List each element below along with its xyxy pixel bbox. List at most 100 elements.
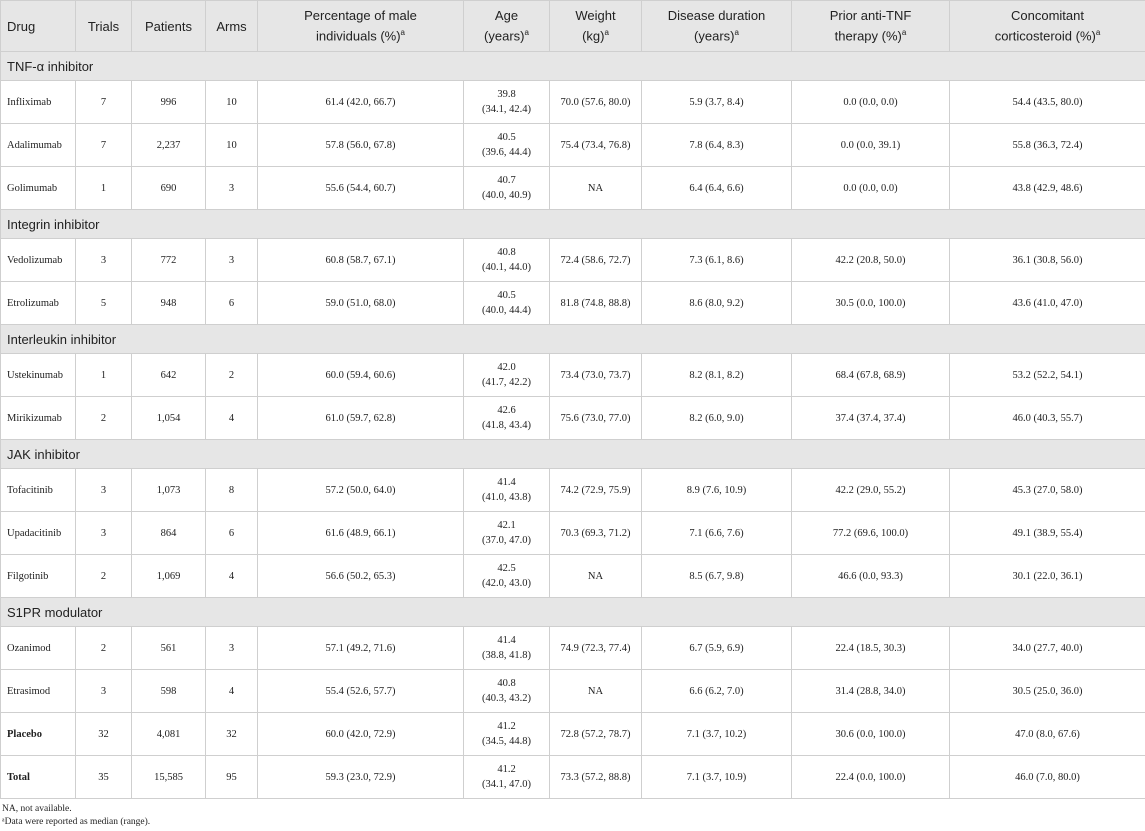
table-cell: 8.2 (8.1, 8.2): [641, 353, 792, 397]
table-cell: 31.4 (28.8, 34.0): [791, 669, 950, 713]
table-cell: 0.0 (0.0, 0.0): [791, 166, 950, 210]
table-cell: 3: [75, 669, 132, 713]
table-row: Ustekinumab 1 642 2 60.0 (59.4, 60.6) 42.0 (41…: [0, 353, 1145, 397]
table-cell: 1,073: [131, 468, 206, 512]
table-cell: 7.1 (3.7, 10.2): [641, 712, 792, 756]
table-cell: 46.0 (40.3, 55.7): [949, 396, 1145, 440]
table-cell: 60.8 (58.7, 67.1): [257, 238, 464, 282]
table-cell: 2,237: [131, 123, 206, 167]
table-cell: 30.5 (0.0, 100.0): [791, 281, 950, 325]
table-cell: 4: [205, 554, 258, 598]
footnote-marker: a: [901, 28, 907, 38]
table-row: Adalimumab 7 2,237 10 57.8 (56.0, 67.8) 40.5(…: [0, 123, 1145, 167]
table-cell: 46.6 (0.0, 93.3): [791, 554, 950, 598]
table-cell: 57.1 (49.2, 71.6): [257, 626, 464, 670]
table-cell: 36.1 (30.8, 56.0): [949, 238, 1145, 282]
table-cell: 43.6 (41.0, 47.0): [949, 281, 1145, 325]
table-cell: 68.4 (67.8, 68.9): [791, 353, 950, 397]
table-cell: 59.3 (23.0, 72.9): [257, 755, 464, 799]
table-cell: 57.2 (50.0, 64.0): [257, 468, 464, 512]
table-row: Total 35 15,585 95 59.3 (23.0, 72.9) 41.2 (34.…: [0, 755, 1145, 799]
drug-class-label: TNF-α inhibitor: [0, 51, 1145, 81]
table-cell: 7.1 (3.7, 10.9): [641, 755, 792, 799]
table-cell: 1: [75, 353, 132, 397]
table-cell: 73.3 (57.2, 88.8): [549, 755, 642, 799]
column-header: Age (years)a: [463, 0, 550, 52]
footnote-marker: a: [524, 28, 529, 38]
table-header-row: Drug Trials Patients Arms Percentage of male…: [0, 0, 1145, 52]
table-cell: 7.1 (6.6, 7.6): [641, 511, 792, 555]
table-cell: 40.8 (40.1, 44.0): [463, 238, 550, 282]
drug-name-cell: Etrasimod: [0, 669, 76, 713]
table-cell: 30.6 (0.0, 100.0): [791, 712, 950, 756]
table-cell: 1,069: [131, 554, 206, 598]
table-cell: 8: [205, 468, 258, 512]
table-row: Infliximab 7 996 10 61.4 (42.0, 66.7) 39.8 (34…: [0, 80, 1145, 124]
table-cell: 22.4 (18.5, 30.3): [791, 626, 950, 670]
table-cell: 6: [205, 281, 258, 325]
table-cell: 40.5 (40.0, 44.4): [463, 281, 550, 325]
footnote-marker: a: [734, 28, 739, 38]
table-cell: 74.9 (72.3, 77.4): [549, 626, 642, 670]
drug-name-cell: Upadacitinib: [0, 511, 76, 555]
table-cell: 53.2 (52.2, 54.1): [949, 353, 1145, 397]
table-row: Ozanimod 2 561 3 57.1 (49.2, 71.6) 41.4 (38.8,…: [0, 626, 1145, 670]
drug-class-row: Integrin inhibitor: [0, 209, 1145, 239]
table-cell: 3: [75, 238, 132, 282]
table-cell: 15,585: [131, 755, 206, 799]
table-cell: 70.3 (69.3, 71.2): [549, 511, 642, 555]
table-cell: 3: [205, 166, 258, 210]
table-cell: 0.0 (0.0, 39.1): [791, 123, 950, 167]
table-cell: 772: [131, 238, 206, 282]
table-cell: 75.6 (73.0, 77.0): [549, 396, 642, 440]
footnote-na: NA, not available.: [2, 804, 72, 814]
table-cell: 72.4 (58.6, 72.7): [549, 238, 642, 282]
column-header: Prior anti-TNF therapy (%)a: [791, 0, 950, 52]
table-cell: 43.8 (42.9, 48.6): [949, 166, 1145, 210]
column-header: Concomitant corticosteroid (%)a: [949, 0, 1145, 52]
footnote-median: ᵃData were reported as median (range).: [2, 817, 151, 827]
table-cell: 60.0 (59.4, 60.6): [257, 353, 464, 397]
table-cell: 37.4 (37.4, 37.4): [791, 396, 950, 440]
table-row: Etrasimod 3 598 4 55.4 (52.6, 57.7) 40.8 (40.3…: [0, 669, 1145, 713]
table-cell: 948: [131, 281, 206, 325]
table-cell: 4,081: [131, 712, 206, 756]
drug-class-row: JAK inhibitor: [0, 439, 1145, 469]
table-cell: 41.4 (38.8, 41.8): [463, 626, 550, 670]
table-row: Tofacitinib 3 1,073 8 57.2 (50.0, 64.0) 41.4(…: [0, 468, 1145, 512]
baseline-characteristics-table: Drug Trials Patients Arms Percentage of male…: [0, 0, 1145, 799]
table-cell: 77.2 (69.6, 100.0): [791, 511, 950, 555]
table-cell: 6.6 (6.2, 7.0): [641, 669, 792, 713]
table-cell: 4: [205, 669, 258, 713]
table-cell: 7: [75, 123, 132, 167]
table-row: Mirikizumab 2 1,054 4 61.0 (59.7, 62.8) 42.6(…: [0, 396, 1145, 440]
table-cell: 2: [205, 353, 258, 397]
table-row: Golimumab 1 690 3 55.6 (54.4, 60.7) 40.7 (40.0…: [0, 166, 1145, 210]
drug-name-cell: Adalimumab: [0, 123, 76, 167]
table-cell: 2: [75, 554, 132, 598]
column-header: Trials: [75, 0, 132, 52]
table-cell: 60.0 (42.0, 72.9): [257, 712, 464, 756]
table-cell: NA: [549, 166, 642, 210]
drug-class-label: JAK inhibitor: [0, 439, 1145, 469]
table-cell: 40.8 (40.3, 43.2): [463, 669, 550, 713]
drug-name-cell: Tofacitinib: [0, 468, 76, 512]
footnotes: NA, not available. ᵃData were reported a…: [0, 803, 1145, 829]
table-cell: 10: [205, 123, 258, 167]
table-cell: NA: [549, 669, 642, 713]
drug-name-cell: Placebo: [0, 712, 76, 756]
table-cell: 54.4 (43.5, 80.0): [949, 80, 1145, 124]
table-cell: 45.3 (27.0, 58.0): [949, 468, 1145, 512]
table-cell: 30.5 (25.0, 36.0): [949, 669, 1145, 713]
table-cell: 5: [75, 281, 132, 325]
table-cell: 61.0 (59.7, 62.8): [257, 396, 464, 440]
footnote-marker: a: [400, 28, 405, 38]
table-cell: 32: [205, 712, 258, 756]
table-row: Etrolizumab 5 948 6 59.0 (51.0, 68.0) 40.5 (40…: [0, 281, 1145, 325]
table-cell: 561: [131, 626, 206, 670]
table-cell: 6: [205, 511, 258, 555]
table-cell: 42.5 (42.0, 43.0): [463, 554, 550, 598]
table-cell: 61.6 (48.9, 66.1): [257, 511, 464, 555]
table-row: Filgotinib 2 1,069 4 56.6 (50.2, 65.3) 42.5 (4…: [0, 554, 1145, 598]
drug-class-label: Integrin inhibitor: [0, 209, 1145, 239]
